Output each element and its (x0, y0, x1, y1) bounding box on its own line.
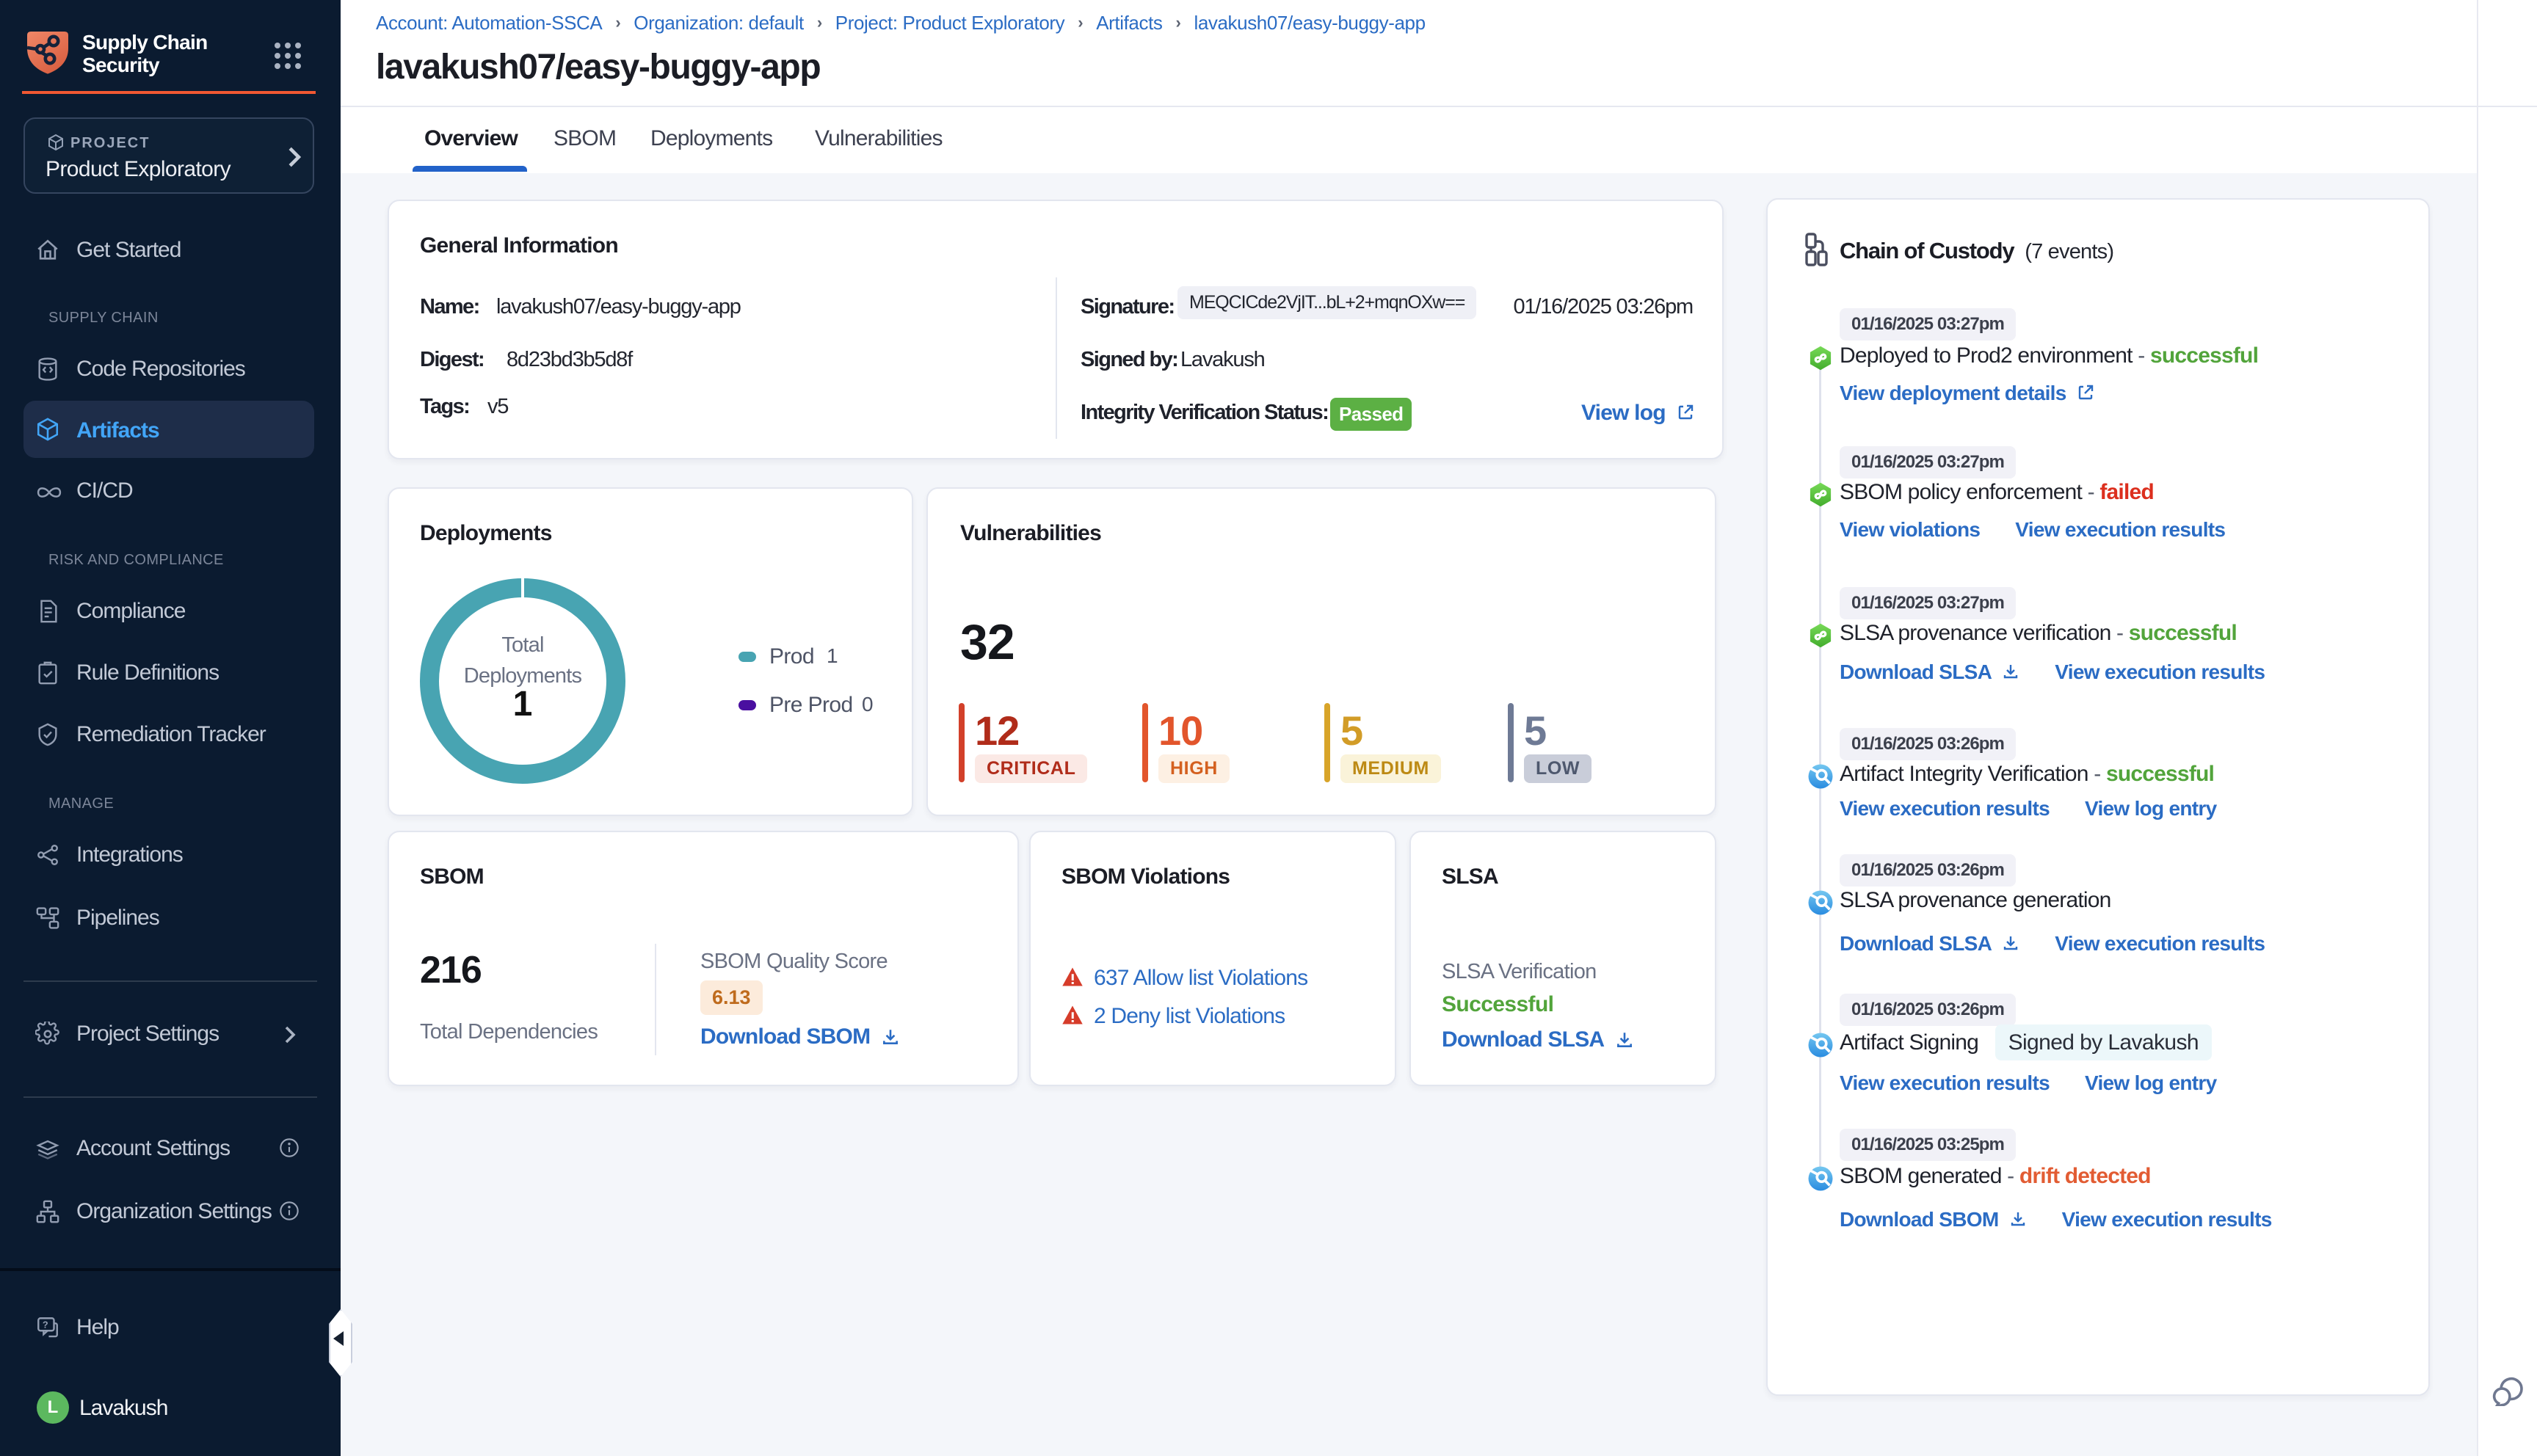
svg-text:?: ? (43, 1320, 48, 1331)
